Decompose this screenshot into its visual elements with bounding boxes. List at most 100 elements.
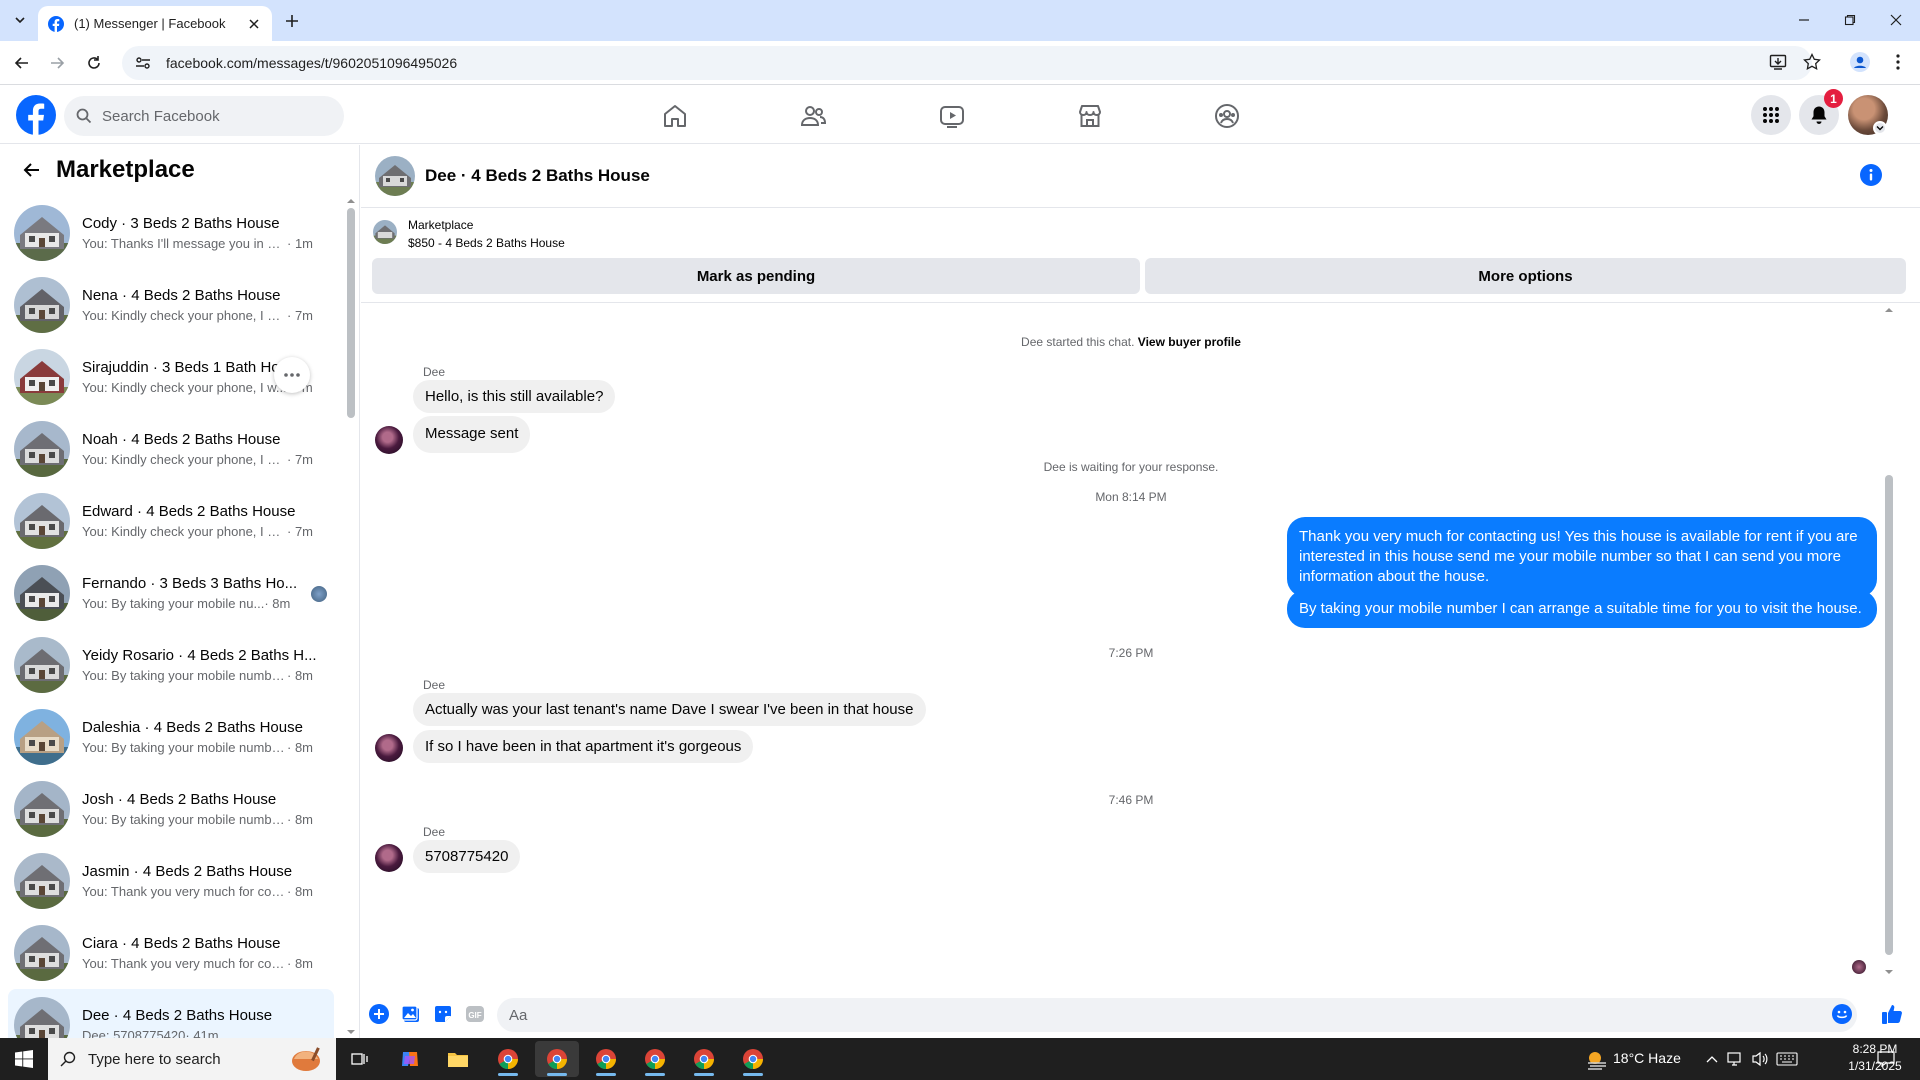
sender-name: Dee bbox=[423, 825, 446, 839]
conversation-thumbnail bbox=[14, 781, 70, 837]
conversation-item[interactable]: Ciara · 4 Beds 2 Baths House You: Thank y… bbox=[8, 917, 334, 989]
conversation-options-button[interactable] bbox=[274, 357, 310, 393]
sender-avatar[interactable] bbox=[375, 844, 403, 872]
conversation-item[interactable]: Cody · 3 Beds 2 Baths House You: Thanks I… bbox=[8, 197, 334, 269]
conversation-text: Nena · 4 Beds 2 Baths House You: Kindly c… bbox=[82, 287, 318, 323]
sender-name: Dee bbox=[423, 678, 446, 692]
incoming-message[interactable]: Message sent bbox=[413, 416, 531, 453]
photo-icon bbox=[401, 1005, 419, 1022]
conversation-item[interactable]: Fernando · 3 Beds 3 Baths Ho... You: By t… bbox=[8, 557, 334, 629]
nav-watch[interactable] bbox=[897, 94, 1007, 138]
taskbar-search[interactable]: Type here to search bbox=[48, 1038, 336, 1080]
nav-groups[interactable] bbox=[1172, 94, 1282, 138]
facebook-logo-icon[interactable] bbox=[16, 95, 56, 135]
outgoing-message[interactable]: Thank you very much for contacting us! Y… bbox=[1287, 517, 1877, 597]
task-view-button[interactable] bbox=[338, 1041, 382, 1077]
sidebar-back-button[interactable] bbox=[14, 152, 50, 188]
new-tab-button[interactable] bbox=[281, 10, 303, 32]
minimize-icon bbox=[1799, 19, 1809, 21]
back-button[interactable] bbox=[10, 51, 34, 75]
conversation-thumbnail bbox=[14, 349, 70, 405]
mark-as-pending-button[interactable]: Mark as pending bbox=[372, 258, 1140, 294]
conversation-name: Nena · 4 Beds 2 Baths House bbox=[82, 287, 281, 304]
house-photo-icon bbox=[373, 220, 397, 244]
incoming-message[interactable]: Hello, is this still available? bbox=[413, 380, 616, 413]
sticker-button[interactable] bbox=[431, 1002, 455, 1026]
message-input[interactable] bbox=[497, 998, 1857, 1032]
input-method[interactable] bbox=[1772, 1041, 1802, 1077]
conversation-name: Josh · 4 Beds 2 Baths House bbox=[82, 791, 277, 808]
chat-title[interactable]: Dee · 4 Beds 2 Baths House bbox=[425, 166, 650, 186]
windows-taskbar: Type here to search 18°C Haze 8:28 PM 1/… bbox=[0, 1038, 1920, 1080]
copilot-icon bbox=[402, 1052, 418, 1066]
chrome-icon bbox=[498, 1049, 518, 1070]
house-photo-icon bbox=[14, 853, 70, 909]
start-button[interactable] bbox=[0, 1038, 48, 1080]
install-app-button[interactable] bbox=[1766, 50, 1790, 74]
plus-icon bbox=[286, 15, 298, 27]
address-bar[interactable]: facebook.com/messages/t/9602051096495026 bbox=[122, 46, 1812, 80]
chrome-app[interactable] bbox=[633, 1041, 677, 1077]
attach-photo-button[interactable] bbox=[399, 1002, 423, 1026]
notification-center-button[interactable] bbox=[1868, 1041, 1904, 1077]
conversation-item[interactable]: Jasmin · 4 Beds 2 Baths House You: Thank … bbox=[8, 845, 334, 917]
browser-menu-button[interactable] bbox=[1886, 50, 1910, 74]
restore-button[interactable] bbox=[1838, 8, 1862, 32]
friends-icon bbox=[800, 106, 826, 126]
view-buyer-profile-link[interactable]: View buyer profile bbox=[1138, 335, 1241, 349]
conversation-item[interactable]: Daleshia · 4 Beds 2 Baths House You: By t… bbox=[8, 701, 334, 773]
incoming-message[interactable]: Actually was your last tenant's name Dav… bbox=[413, 693, 926, 726]
emoji-button[interactable] bbox=[1830, 1002, 1854, 1026]
more-actions-button[interactable] bbox=[367, 1002, 391, 1026]
chrome-app[interactable] bbox=[731, 1041, 775, 1077]
outgoing-message[interactable]: By taking your mobile number I can arran… bbox=[1287, 590, 1877, 628]
chrome-app[interactable] bbox=[535, 1041, 579, 1077]
facebook-search-input[interactable] bbox=[102, 107, 322, 125]
conversation-item[interactable]: Sirajuddin · 3 Beds 1 Bath Ho... You: Kin… bbox=[8, 341, 334, 413]
reload-button[interactable] bbox=[82, 51, 106, 75]
incoming-message[interactable]: 5708775420 bbox=[413, 840, 521, 873]
volume-control[interactable] bbox=[1748, 1041, 1772, 1077]
file-explorer-app[interactable] bbox=[436, 1041, 480, 1077]
chrome-app[interactable] bbox=[584, 1041, 628, 1077]
facebook-search[interactable] bbox=[64, 96, 344, 136]
incoming-message[interactable]: If so I have been in that apartment it's… bbox=[413, 730, 754, 763]
nav-marketplace[interactable] bbox=[1035, 94, 1145, 138]
nav-friends[interactable] bbox=[758, 94, 868, 138]
sender-avatar[interactable] bbox=[375, 426, 403, 454]
menu-button[interactable] bbox=[1751, 95, 1791, 135]
facebook-favicon-icon bbox=[48, 15, 64, 32]
show-hidden-icons[interactable] bbox=[1700, 1041, 1724, 1077]
chrome-app[interactable] bbox=[486, 1041, 530, 1077]
read-receipt-avatar bbox=[1852, 960, 1866, 974]
account-caret[interactable] bbox=[1873, 121, 1887, 135]
sidebar-scroll-thumb[interactable] bbox=[347, 208, 355, 418]
browser-tab[interactable]: (1) Messenger | Facebook bbox=[38, 6, 272, 41]
gif-button[interactable]: GIF bbox=[463, 1002, 487, 1026]
conversation-item[interactable]: Yeidy Rosario · 4 Beds 2 Baths H... You: … bbox=[8, 629, 334, 701]
more-options-button[interactable]: More options bbox=[1145, 258, 1906, 294]
conversation-item[interactable]: Dee · 4 Beds 2 Baths House Dee: 570877542… bbox=[8, 989, 334, 1038]
minimize-button[interactable] bbox=[1792, 8, 1816, 32]
sender-avatar[interactable] bbox=[375, 734, 403, 762]
copilot-app[interactable] bbox=[388, 1041, 432, 1077]
tab-close-button[interactable] bbox=[246, 16, 262, 32]
bookmark-button[interactable] bbox=[1800, 50, 1824, 74]
conversation-item[interactable]: Josh · 4 Beds 2 Baths House You: By takin… bbox=[8, 773, 334, 845]
chrome-app[interactable] bbox=[682, 1041, 726, 1077]
tab-search-button[interactable] bbox=[8, 9, 32, 31]
conversation-item[interactable]: Noah · 4 Beds 2 Baths House You: Kindly c… bbox=[8, 413, 334, 485]
chat-scroll-thumb[interactable] bbox=[1885, 475, 1893, 955]
listing-avatar[interactable] bbox=[375, 156, 415, 196]
close-window-button[interactable] bbox=[1884, 8, 1908, 32]
like-button[interactable] bbox=[1880, 1002, 1904, 1026]
info-icon[interactable] bbox=[1860, 164, 1882, 186]
conversation-item[interactable]: Nena · 4 Beds 2 Baths House You: Kindly c… bbox=[8, 269, 334, 341]
listing-thumbnail[interactable] bbox=[373, 220, 397, 244]
listing-title[interactable]: $850 - 4 Beds 2 Baths House bbox=[408, 236, 565, 250]
network-status[interactable] bbox=[1724, 1041, 1748, 1077]
profile-button[interactable] bbox=[1848, 50, 1872, 74]
conversation-item[interactable]: Edward · 4 Beds 2 Baths House You: Kindly… bbox=[8, 485, 334, 557]
forward-button[interactable] bbox=[45, 51, 69, 75]
nav-home[interactable] bbox=[620, 94, 730, 138]
